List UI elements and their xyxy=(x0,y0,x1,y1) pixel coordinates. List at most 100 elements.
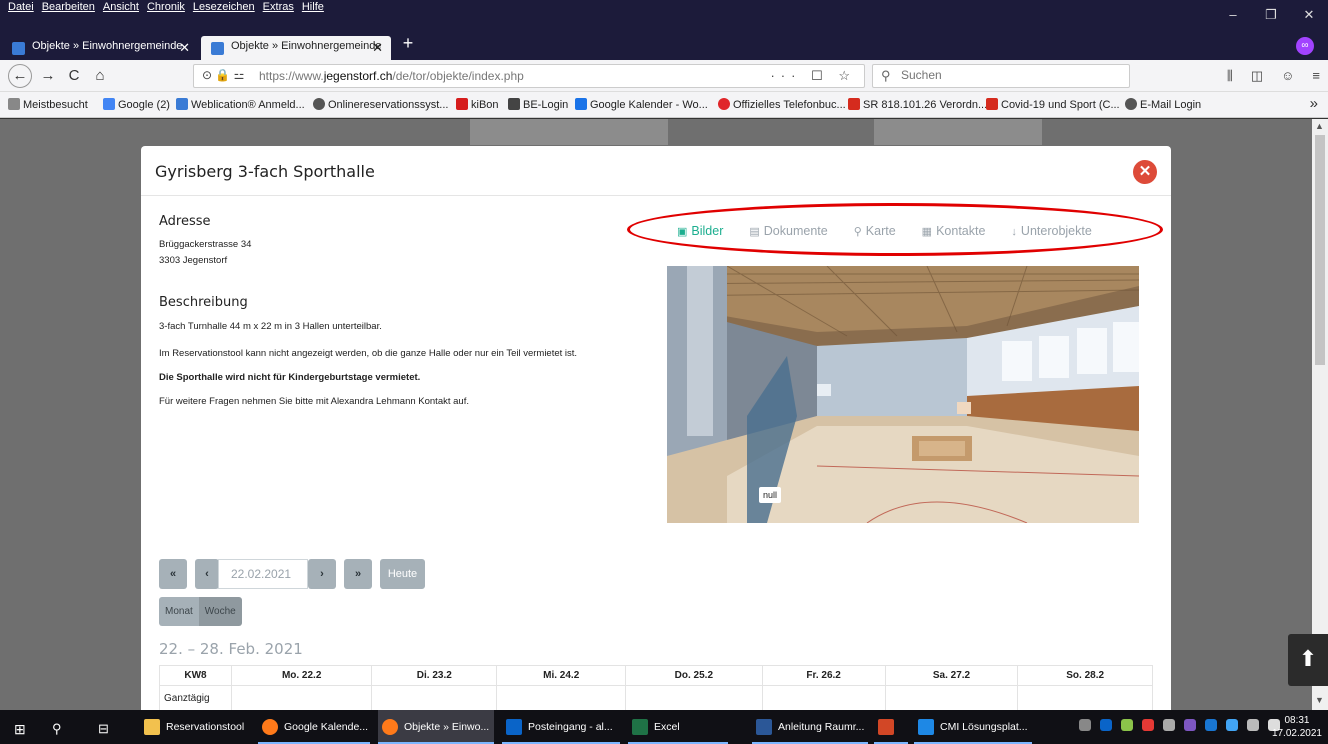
menu-hilfe[interactable]: Hilfe xyxy=(302,1,324,13)
globe-icon xyxy=(313,98,325,110)
bookmark-item[interactable]: Offizielles Telefonbuc... xyxy=(718,98,846,111)
calendar-cell[interactable] xyxy=(1017,685,1153,710)
last-page-button[interactable]: » xyxy=(344,559,372,589)
system-clock[interactable]: 08:31 17.02.2021 xyxy=(1272,714,1322,740)
menu-lesezeichen[interactable]: Lesezeichen xyxy=(193,1,255,13)
tray-icon[interactable] xyxy=(1226,719,1238,731)
date-input[interactable]: 22.02.2021 xyxy=(218,559,308,589)
calendar-cell[interactable] xyxy=(761,685,886,710)
first-page-button[interactable]: « xyxy=(159,559,187,589)
search-taskbar-icon[interactable]: ⚲ xyxy=(52,710,62,744)
tab-title: Objekte » Einwohnergemeinde xyxy=(231,40,382,52)
start-button[interactable]: ⊞ xyxy=(6,710,26,744)
taskbar-app[interactable]: Anleitung Raumr... xyxy=(752,710,868,744)
tray-icon[interactable] xyxy=(1163,719,1175,731)
globe-icon xyxy=(1125,98,1137,110)
next-week-button[interactable]: › xyxy=(308,559,336,589)
browser-tab-1[interactable]: Objekte » Einwohnergemeinde ✕ xyxy=(2,36,198,60)
scroll-down-icon[interactable]: ▼ xyxy=(1315,695,1324,705)
page-scrollbar[interactable]: ▲ ▼ xyxy=(1312,119,1328,710)
bookmark-item[interactable]: Covid-19 und Sport (C... xyxy=(986,98,1120,111)
calendar-cell[interactable] xyxy=(496,685,627,710)
page-actions-icon[interactable]: ··· ☐ ☆ xyxy=(770,68,856,84)
account-icon[interactable]: ☺ xyxy=(1281,68,1294,84)
today-button[interactable]: Heute xyxy=(380,559,425,589)
bookmark-item[interactable]: Google (2) xyxy=(103,98,170,111)
tab-close-icon[interactable]: ✕ xyxy=(179,40,190,56)
browser-tab-2[interactable]: Objekte » Einwohnergemeinde ✕ xyxy=(201,36,391,60)
restore-button[interactable]: ❐ xyxy=(1252,0,1290,30)
tray-icon[interactable] xyxy=(1142,719,1154,731)
word-icon xyxy=(756,719,772,735)
forward-button[interactable]: → xyxy=(36,64,60,88)
task-view-icon[interactable]: ⊟ xyxy=(98,710,109,744)
scrollbar-thumb[interactable] xyxy=(1315,135,1325,365)
taskbar-app[interactable]: CMI Lösungsplat... xyxy=(914,710,1032,744)
calendar-cell[interactable] xyxy=(371,685,498,710)
menu-chronik[interactable]: Chronik xyxy=(147,1,185,13)
taskbar-app[interactable] xyxy=(874,710,908,744)
hamburger-menu-icon[interactable]: ≡ xyxy=(1312,68,1320,84)
bookmark-item[interactable]: Weblication® Anmeld... xyxy=(176,98,305,111)
taskbar-app[interactable]: Objekte » Einwo... xyxy=(378,710,494,744)
bookmark-item[interactable]: SR 818.101.26 Verordn... xyxy=(848,98,987,111)
calendar-cell[interactable] xyxy=(884,685,1019,710)
bookmarks-overflow-button[interactable]: » xyxy=(1310,95,1318,112)
address-bar[interactable]: ⊙ 🔒 ⚍ https://www.jegenstorf.ch/de/tor/o… xyxy=(193,64,865,88)
calendar-cell[interactable] xyxy=(230,685,373,710)
search-bar[interactable]: ⚲ xyxy=(872,64,1130,88)
menu-extras[interactable]: Extras xyxy=(263,1,294,13)
bookmark-item[interactable]: kiBon xyxy=(456,98,499,111)
prev-week-button[interactable]: ‹ xyxy=(195,559,219,589)
back-button[interactable]: ← xyxy=(8,64,32,88)
network-icon[interactable] xyxy=(1247,719,1259,731)
tab-close-icon[interactable]: ✕ xyxy=(372,40,383,56)
menu-bearbeiten[interactable]: Bearbeiten xyxy=(42,1,95,13)
menu-bar: Datei Bearbeiten Ansicht Chronik Lesezei… xyxy=(8,1,324,13)
calendar-icon xyxy=(575,98,587,110)
bookmark-item[interactable]: Google Kalender - Wo... xyxy=(575,98,708,111)
tray-icon[interactable] xyxy=(1079,719,1091,731)
bookmark-item[interactable]: Onlinereservationssyst... xyxy=(313,98,448,111)
view-week-button[interactable]: Woche xyxy=(198,597,242,626)
bluetooth-icon[interactable] xyxy=(1205,719,1217,731)
tray-icon[interactable] xyxy=(1100,719,1112,731)
bookmark-item[interactable]: E-Mail Login xyxy=(1125,98,1201,111)
calendar-header-row: KW8 Mo. 22.2 Di. 23.2 Mi. 24.2 Do. 25.2 … xyxy=(159,665,1153,686)
taskbar-app[interactable]: Excel xyxy=(628,710,728,744)
calendar-cell[interactable] xyxy=(625,685,763,710)
library-icon[interactable]: ⫼ xyxy=(1227,68,1233,84)
search-icon: ⚲ xyxy=(881,68,891,83)
taskbar-app[interactable]: Posteingang - al... xyxy=(502,710,620,744)
all-day-row: Ganztägig xyxy=(159,685,1153,710)
menu-ansicht[interactable]: Ansicht xyxy=(103,1,139,13)
new-tab-button[interactable]: + xyxy=(397,33,419,54)
sidebar-icon[interactable]: ◫ xyxy=(1251,68,1263,84)
scroll-up-icon[interactable]: ▲ xyxy=(1315,121,1324,131)
title-bar: Datei Bearbeiten Ansicht Chronik Lesezei… xyxy=(0,0,1328,33)
scroll-to-top-button[interactable]: ⬆ xyxy=(1288,634,1328,686)
extension-icon[interactable]: ∞ xyxy=(1296,37,1314,55)
taskbar-app[interactable]: Reservationstool xyxy=(140,710,252,744)
address-street: Brüggackerstrasse 34 xyxy=(159,239,252,250)
day-header: So. 28.2 xyxy=(1017,665,1153,686)
view-month-button[interactable]: Monat xyxy=(159,597,199,626)
search-input[interactable] xyxy=(901,68,1101,82)
system-tray xyxy=(1079,719,1280,731)
bookmark-item[interactable]: BE-Login xyxy=(508,98,568,111)
url-text[interactable]: https://www.jegenstorf.ch/de/tor/objekte… xyxy=(259,69,524,83)
minimize-button[interactable]: – xyxy=(1214,0,1252,30)
gym-hall-photo[interactable]: null xyxy=(667,266,1139,523)
security-icon[interactable]: ⊙ 🔒 ⚍ xyxy=(202,68,244,82)
home-button[interactable]: ⌂ xyxy=(88,64,112,88)
taskbar-app[interactable]: Google Kalende... xyxy=(258,710,370,744)
menu-datei[interactable]: Datei xyxy=(8,1,34,13)
taskbar: ⊞ ⚲ ⊟ Reservationstool Google Kalende...… xyxy=(0,710,1328,744)
tray-icon[interactable] xyxy=(1184,719,1196,731)
reload-button[interactable]: C xyxy=(62,64,86,88)
bookmark-item[interactable]: Meistbesucht xyxy=(8,98,88,111)
close-modal-button[interactable]: ✕ xyxy=(1133,160,1157,184)
google-icon xyxy=(103,98,115,110)
close-window-button[interactable]: ✕ xyxy=(1290,0,1328,30)
tray-icon[interactable] xyxy=(1121,719,1133,731)
